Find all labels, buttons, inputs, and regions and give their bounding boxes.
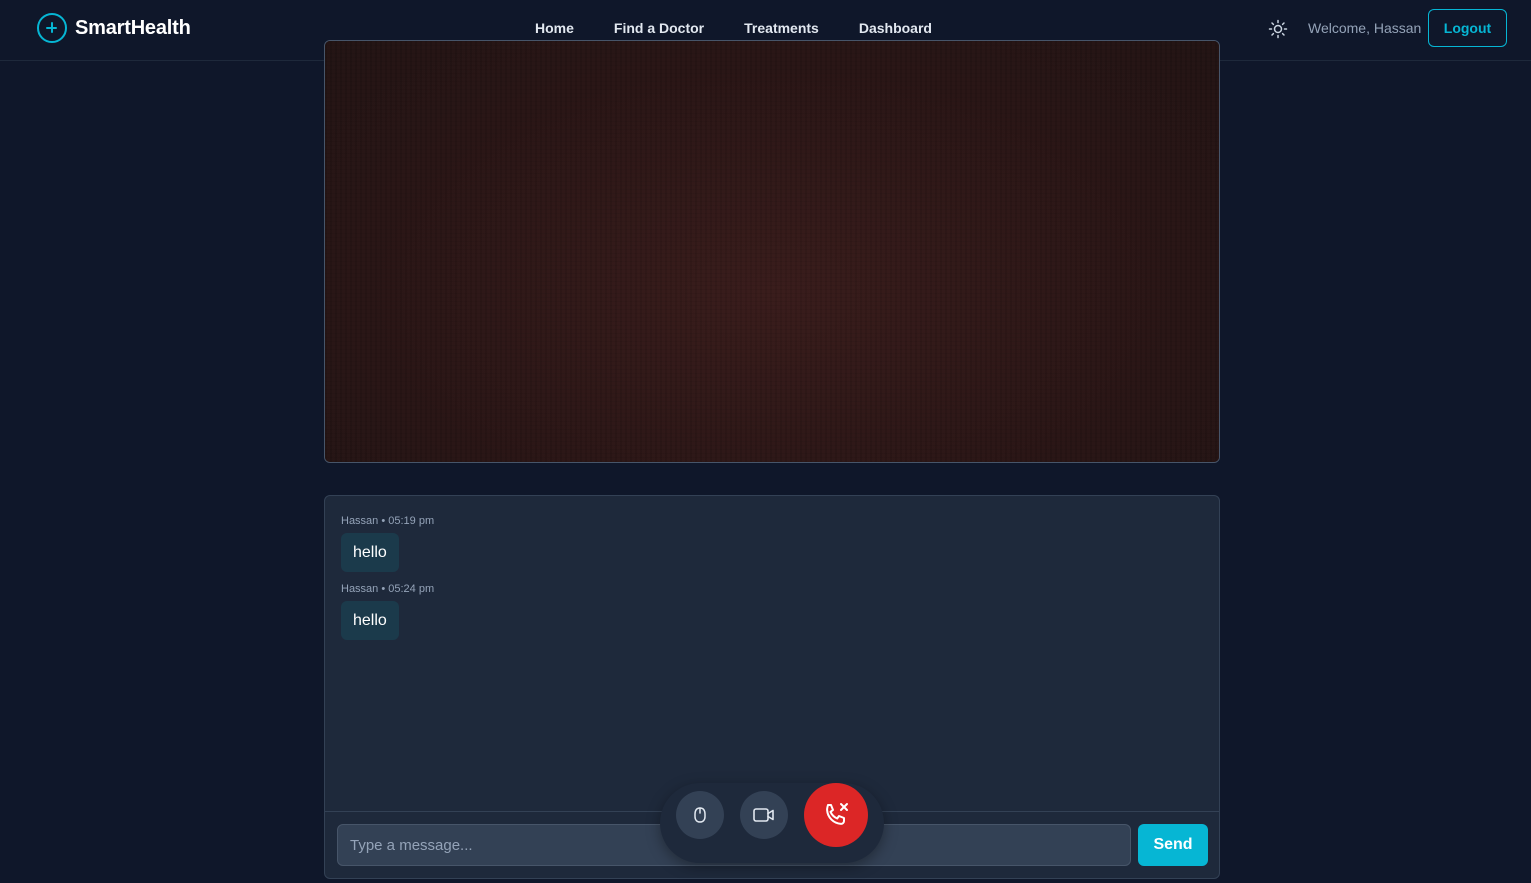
message-bubble: hello (341, 533, 399, 572)
nav-link-dashboard[interactable]: Dashboard (859, 20, 932, 36)
call-controls (660, 783, 884, 863)
plus-circle-icon (37, 13, 67, 43)
message-bubble: hello (341, 601, 399, 640)
mute-mic-button[interactable] (676, 791, 724, 839)
main-nav: Home Find a Doctor Treatments Dashboard (535, 20, 972, 36)
message-meta: Hassan • 05:19 pm (341, 515, 435, 527)
send-button[interactable]: Send (1138, 824, 1208, 866)
end-call-button[interactable] (804, 783, 868, 847)
video-camera-icon (753, 808, 774, 822)
remote-video (324, 40, 1220, 463)
phone-off-icon (826, 803, 848, 825)
message-meta: Hassan • 05:24 pm (341, 583, 435, 595)
microphone-icon (694, 807, 706, 823)
sun-icon[interactable] (1268, 19, 1288, 39)
nav-link-find-a-doctor[interactable]: Find a Doctor (614, 20, 704, 36)
welcome-text: Welcome, Hassan (1308, 20, 1422, 36)
video-feed (325, 41, 1219, 462)
brand-logo[interactable]: SmartHealth (37, 13, 191, 43)
logout-button[interactable]: Logout (1428, 9, 1507, 47)
nav-link-treatments[interactable]: Treatments (744, 20, 819, 36)
nav-link-home[interactable]: Home (535, 20, 574, 36)
brand-name: SmartHealth (75, 16, 191, 39)
toggle-camera-button[interactable] (740, 791, 788, 839)
